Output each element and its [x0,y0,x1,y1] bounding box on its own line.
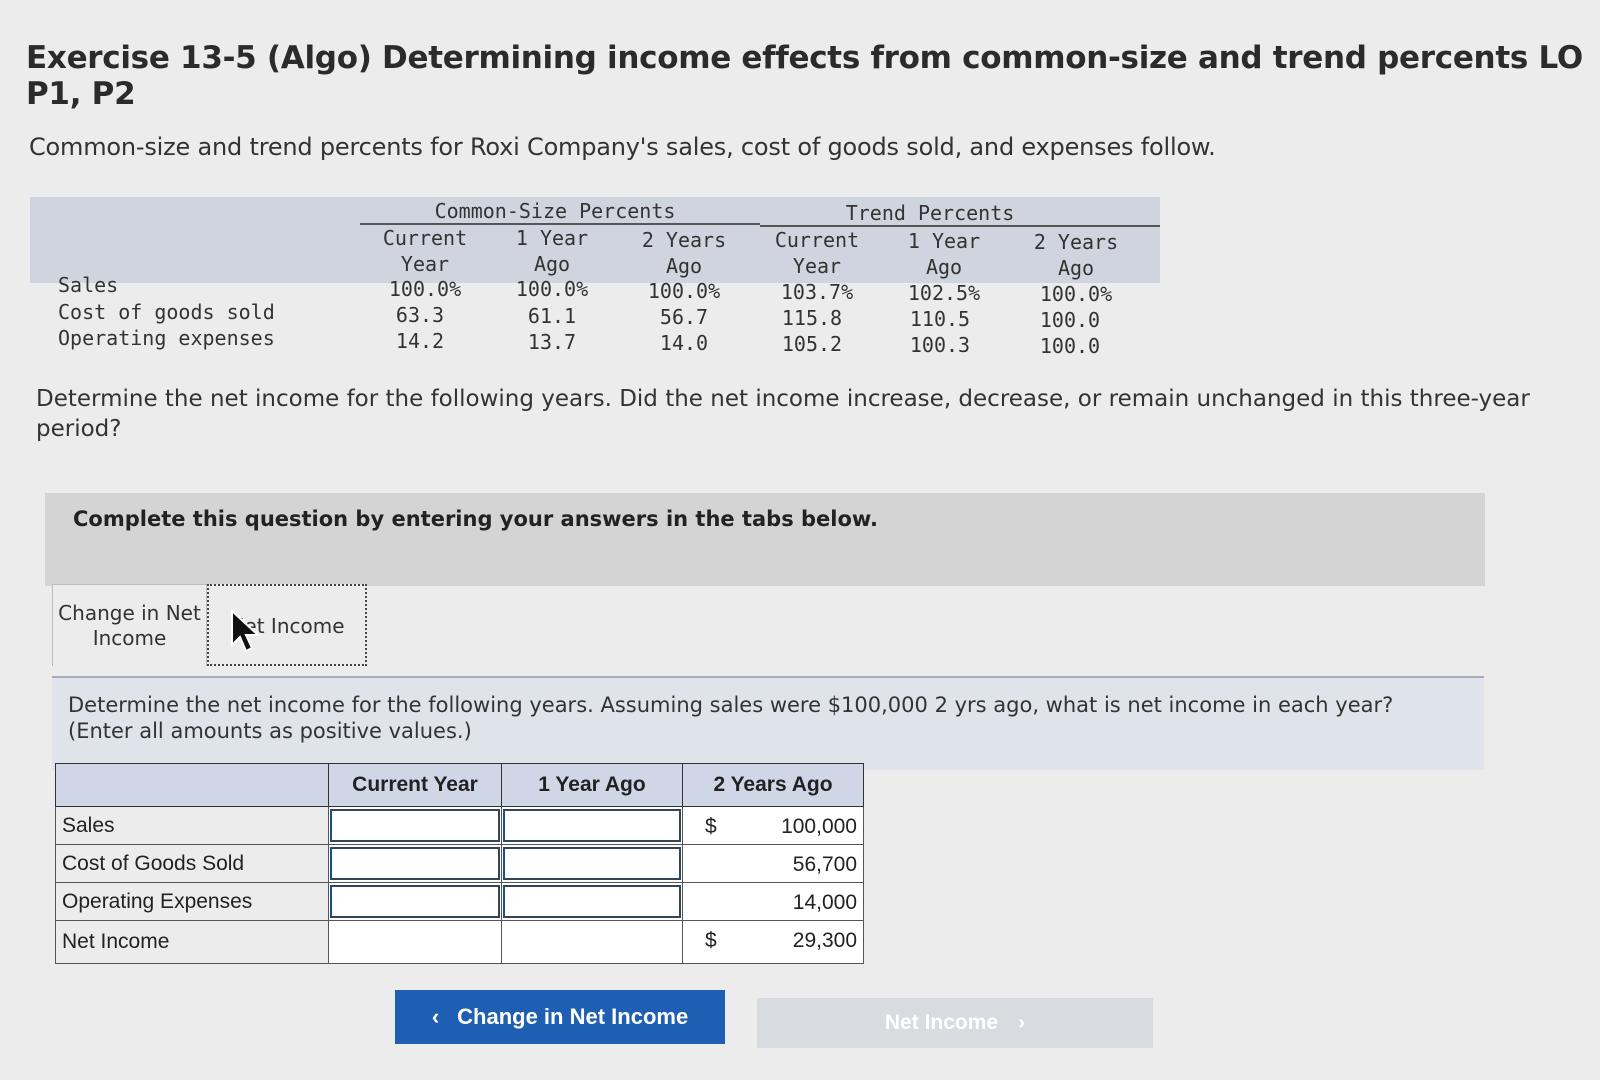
net-income-2yr-value: $29,300 [682,920,864,964]
table-cell: 100.0 [1039,334,1101,358]
table-cell: 100.0% [647,279,721,303]
prev-button-label: Change in Net Income [457,1004,689,1029]
net-income-1yr-cell [501,920,683,964]
cogs-current-input[interactable] [328,844,502,883]
sales-2yr-value: $100,000 [682,806,864,845]
row-label: Operating Expenses [55,882,329,921]
row-label: Cost of Goods Sold [55,844,329,883]
table-cell: 56.7 [659,305,709,329]
header-blank [55,763,329,807]
cogs-2yr-value: 56,700 [682,844,864,883]
opex-1yr-input[interactable] [501,882,683,921]
col-header: Current Year [382,226,468,276]
next-button-label: Net Income [884,1011,999,1034]
chevron-right-icon: › [1018,1011,1026,1034]
instructions-box: Complete this question by entering your … [45,493,1485,586]
tab-change-in-net-income[interactable]: Change in Net Income [52,584,207,666]
table-row: Sales $100,000 [55,806,864,845]
table-cell: 100.0% [1039,282,1113,306]
sales-1yr-input[interactable] [501,806,683,845]
table-cell: 100.0 [1039,308,1101,332]
next-tab-button[interactable]: Net Income › [757,998,1153,1048]
instruction-panel: Determine the net income for the followi… [52,678,1484,770]
opex-current-input[interactable] [328,882,502,921]
prev-tab-button[interactable]: ‹ Change in Net Income [395,990,725,1044]
group-header-trend: Trend Percents [845,201,1015,225]
table-cell: 14.2 [395,329,445,353]
tab-label: Change in Net [58,601,201,625]
table-cell: 105.2 [781,332,843,356]
row-label-sales: Sales [58,273,119,297]
row-label: Sales [55,806,329,845]
sales-current-input[interactable] [328,806,502,845]
col-header: 1 Year Ago [515,226,589,276]
table-cell: 100.3 [909,333,971,357]
net-income-current-cell [328,920,502,964]
col-header: 2 Years Ago [641,228,727,278]
row-label: Net Income [55,920,329,964]
chevron-left-icon: ‹ [431,1004,440,1029]
table-cell: 61.1 [527,304,577,328]
table-cell: 102.5% [907,281,981,305]
table-row: Operating Expenses 14,000 [55,882,864,921]
cogs-1yr-input[interactable] [501,844,683,883]
table-cell: 14.0 [659,331,709,355]
row-label-cogs: Cost of goods sold [58,300,275,324]
page-title: Exercise 13-5 (Algo) Determining income … [26,40,1583,112]
answer-table: Current Year 1 Year Ago 2 Years Ago Sale… [55,763,864,964]
col-header: 1 Year Ago [907,229,981,279]
table-cell: 103.7% [780,280,854,304]
table-cell: 13.7 [527,330,577,354]
table-cell: 100.0% [515,277,589,301]
table-cell: 110.5 [909,307,971,331]
table-cell: 100.0% [388,277,462,301]
mouse-cursor-icon [231,609,261,653]
opex-2yr-value: 14,000 [682,882,864,921]
tab-label: Income [92,626,167,650]
col-header: 2 Years Ago [1033,230,1119,280]
question-text: Determine the net income for the followi… [36,386,1530,442]
intro-text: Common-size and trend percents for Roxi … [29,133,1216,161]
panel-text: Determine the net income for the followi… [68,693,1394,743]
col-header: Current Year [774,228,860,278]
table-cell: 115.8 [781,306,843,330]
row-label-opex: Operating expenses [58,326,275,350]
table-row: Net Income $29,300 [55,920,864,964]
header-current-year: Current Year [328,763,502,807]
table-row: Cost of Goods Sold 56,700 [55,844,864,883]
header-2-years-ago: 2 Years Ago [682,763,864,807]
group-header-common-size: Common-Size Percents [434,199,676,223]
instructions-text: Complete this question by entering your … [73,507,878,531]
header-1-year-ago: 1 Year Ago [501,763,683,807]
table-cell: 63.3 [395,303,445,327]
